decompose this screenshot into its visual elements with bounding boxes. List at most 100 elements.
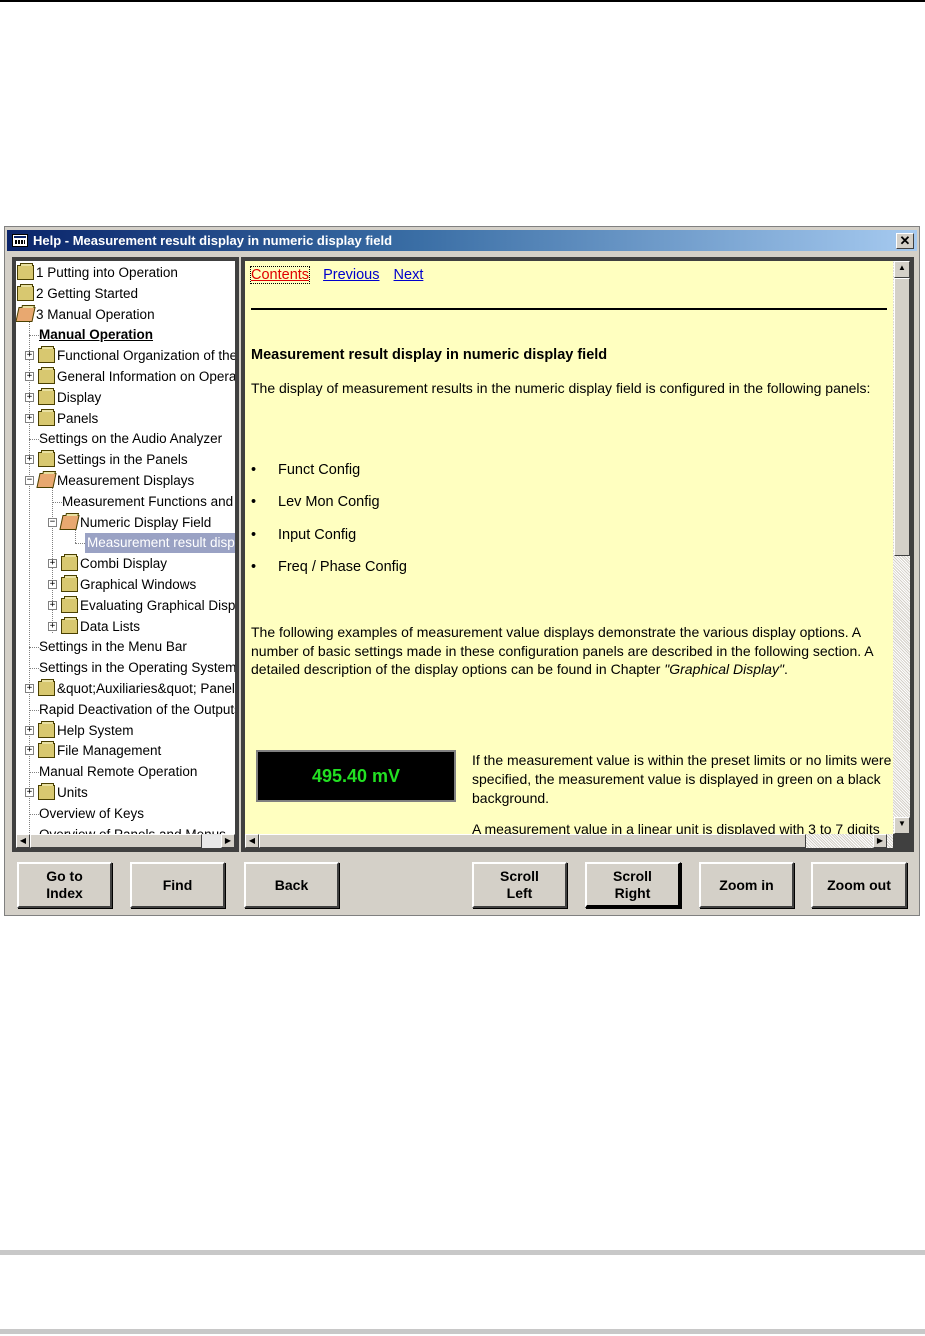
book-icon [38,367,55,384]
toc-item[interactable]: + Functional Organization of the [16,346,235,366]
tree-guide-line [29,709,39,711]
content-scroll-left-icon[interactable]: ◀ [245,834,259,848]
chapter-reference: "Graphical Display" [664,661,784,677]
toc-item-label: Display [57,389,102,405]
expand-icon[interactable]: + [25,351,34,361]
scroll-down-icon[interactable]: ▼ [894,817,910,834]
collapse-icon[interactable]: − [48,517,57,527]
help-window: Help - Measurement result display in num… [4,226,920,916]
scroll-up-icon[interactable]: ▲ [894,261,910,278]
close-icon[interactable]: ✕ [896,233,914,249]
toc-scroll-thumb[interactable] [30,834,202,848]
toc-item[interactable]: + File Management [16,741,235,761]
toc-item[interactable]: + &quot;Auxiliaries&quot; Panel [16,679,235,699]
toc-item[interactable]: + Units [16,783,235,803]
content-hscroll-thumb[interactable] [259,834,806,848]
expand-icon[interactable]: + [25,455,34,465]
expand-icon[interactable]: + [25,746,34,756]
toc-item[interactable]: Manual Remote Operation [16,762,235,782]
expand-icon[interactable]: + [25,372,34,381]
toc-item-label: Evaluating Graphical Displays [80,597,235,613]
toc-scroll-left-icon[interactable]: ◀ [16,834,30,848]
toc-item[interactable]: Settings in the Menu Bar [16,637,235,657]
tree-guide-line [29,668,39,670]
content-scroll-thumb[interactable] [894,278,910,556]
toc-item[interactable]: Settings on the Audio Analyzer [16,429,235,449]
bullet-text: Freq / Phase Config [278,559,407,575]
toc-item[interactable]: + Combi Display [16,554,235,574]
tree-guide-line [29,813,39,815]
expand-icon[interactable]: + [25,725,34,735]
zoom-out-button[interactable]: Zoom out [811,862,907,908]
toc-item-label: 3 Manual Operation [36,306,155,322]
bullet-dot: • [251,462,257,478]
toc-item[interactable]: Overview of Keys [16,804,235,824]
toc-item[interactable]: − Measurement Displays [16,471,235,491]
window-title: Help - Measurement result display in num… [33,233,393,248]
expand-icon[interactable]: + [48,580,57,589]
toc-scroll-right-icon[interactable]: ▶ [221,834,235,848]
expand-icon[interactable]: + [25,413,34,423]
content-vertical-scrollbar[interactable]: ▲ ▼ [893,261,910,834]
collapse-icon[interactable]: − [25,476,34,485]
toc-item[interactable]: + Evaluating Graphical Displays [16,595,235,616]
toc-item[interactable]: Manual Operation [16,325,235,345]
toc-item[interactable]: + Settings in the Panels [16,450,235,470]
toc-item[interactable]: + Help System [16,720,235,741]
toc-item[interactable]: + Panels [16,408,235,429]
toc-item[interactable]: − Numeric Display Field [16,513,235,533]
book-icon [38,679,55,696]
numeric-display-example: 495.40 mV [256,750,456,802]
previous-link[interactable]: Previous [323,267,379,283]
toc-item-label: Help System [57,722,134,738]
toc-item[interactable]: + Display [16,387,235,408]
content-scroll-right-icon[interactable]: ▶ [873,834,887,848]
content-panel-frame: Contents Previous Next Measurement resul… [241,257,914,852]
next-link[interactable]: Next [394,267,424,283]
go-to-index-button[interactable]: Go to Index [17,862,112,908]
toc-item[interactable]: Rapid Deactivation of the Outputs [16,700,235,720]
expand-icon[interactable]: + [25,788,34,797]
toc-item[interactable]: + Graphical Windows [16,575,235,595]
toc-item-label: Numeric Display Field [80,514,212,530]
toc-item[interactable]: Settings in the Operating System [16,658,235,678]
toc-item[interactable]: 2 Getting Started [16,283,235,304]
zoom-in-button[interactable]: Zoom in [699,862,794,908]
toc-item-label: Settings in the Operating System [39,660,235,676]
toc-item-label: Panels [57,410,99,426]
content-horizontal-scrollbar[interactable]: ◀ ▶ [245,834,893,848]
find-button[interactable]: Find [130,862,225,908]
toc-item-label: Manual Remote Operation [39,764,198,780]
page-top-rule [0,0,925,2]
toc-item[interactable]: 3 Manual Operation [16,305,235,325]
tree-guide-line [29,439,39,441]
expand-icon[interactable]: + [25,392,34,402]
toc-item-label: Manual Operation [39,327,154,343]
bullet-text: Lev Mon Config [278,494,380,510]
toc-item[interactable]: + General Information on Operation [16,367,235,387]
examples-text-end: . [783,661,788,677]
book-icon [61,575,78,592]
help-content: Contents Previous Next Measurement resul… [245,261,893,834]
toc-item-label: Overview of Panels and Menus [39,825,226,834]
expand-icon[interactable]: + [48,621,57,631]
expand-icon[interactable]: + [48,559,57,569]
contents-link[interactable]: Contents [249,266,311,284]
toc-item[interactable]: Measurement Functions and [16,492,235,512]
toc-item[interactable]: Overview of Panels and Menus [16,825,235,834]
toc-item[interactable]: + Data Lists [16,616,235,637]
open-book-icon [36,473,57,488]
toc-tree: 1 Putting into Operation 2 Getting Starte… [16,261,235,834]
examples-paragraph: The following examples of measurement va… [251,623,881,679]
book-icon [38,450,55,468]
toc-item[interactable]: 1 Putting into Operation [16,263,235,283]
toc-item-label: Settings in the Panels [57,452,188,468]
scroll-left-button[interactable]: Scroll Left [472,862,567,908]
expand-icon[interactable]: + [48,600,57,610]
toc-horizontal-scrollbar[interactable]: ◀ ▶ [16,834,235,848]
toc-item[interactable]: Measurement result display [16,533,235,554]
back-button[interactable]: Back [244,862,339,908]
scroll-right-button[interactable]: Scroll Right [585,862,681,908]
example-description: If the measurement value is within the p… [472,752,892,806]
expand-icon[interactable]: + [25,684,34,693]
